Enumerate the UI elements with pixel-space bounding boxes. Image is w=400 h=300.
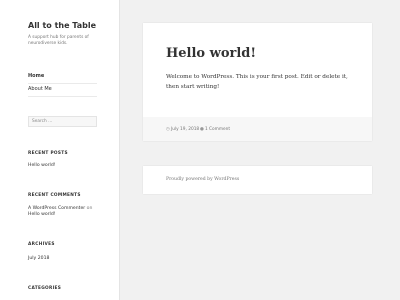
recent-posts-heading: RECENT POSTS (28, 151, 68, 156)
archives-heading: ARCHIVES (28, 242, 55, 247)
post-card: Hello world! Welcome to WordPress. This … (143, 23, 372, 141)
post-date: July 19, 2018 (170, 127, 200, 132)
post-comments-meta[interactable]: ●1 Comment (200, 127, 230, 132)
comment-icon: ● (200, 127, 204, 132)
nav-item-about-me[interactable]: About Me (28, 84, 97, 97)
post-title[interactable]: Hello world! (166, 46, 256, 61)
post-date-meta[interactable]: ◷July 19, 2018 (166, 127, 199, 132)
comment-post-link[interactable]: Hello world! (28, 212, 56, 217)
recent-comments-heading: RECENT COMMENTS (28, 193, 81, 198)
post-content: Welcome to WordPress. This is your first… (166, 74, 348, 90)
site-footer: Proudly powered by WordPress (143, 166, 372, 194)
site-description: A support hub for parents of neurodivers… (28, 35, 89, 46)
nav-item-home[interactable]: Home (28, 71, 97, 84)
sidebar: All to the Table A support hub for paren… (0, 0, 120, 300)
post-meta-footer: ◷July 19, 2018 ●1 Comment (143, 117, 372, 141)
archive-link[interactable]: July 2018 (28, 256, 100, 262)
comment-connector: on (86, 206, 93, 211)
recent-comment-item: A WordPress Commenter on Hello world! (28, 206, 100, 218)
search-input[interactable]: Search … (28, 116, 97, 127)
site-title[interactable]: All to the Table (28, 21, 96, 30)
clock-icon: ◷ (166, 127, 170, 132)
post-comments-link: 1 Comment (204, 127, 231, 132)
recent-post-link[interactable]: Hello world! (28, 163, 100, 169)
footer-credit-link[interactable]: Proudly powered by WordPress (166, 177, 239, 182)
main-navigation: Home About Me (28, 71, 97, 97)
categories-heading: CATEGORIES (28, 286, 62, 291)
comment-author-link[interactable]: A WordPress Commenter (28, 206, 85, 211)
